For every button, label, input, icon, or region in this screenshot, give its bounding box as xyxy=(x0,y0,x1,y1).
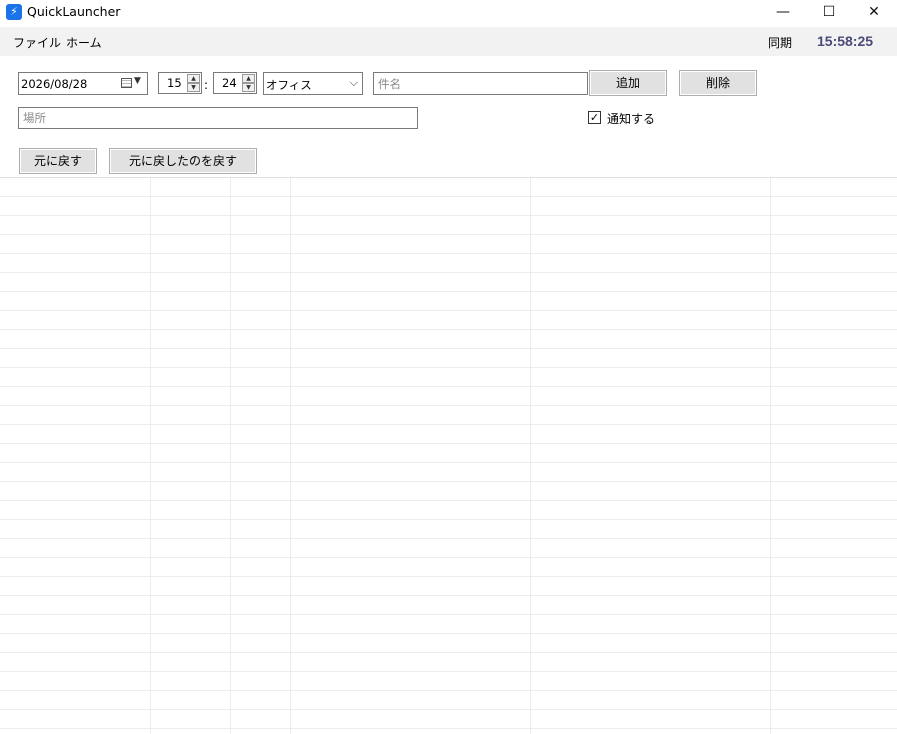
grid-column-divider xyxy=(290,178,291,734)
menu-home[interactable]: ホーム xyxy=(66,34,102,51)
hour-value: 15 xyxy=(167,76,182,90)
title-bar: ⚡ QuickLauncher — ☐ ✕ xyxy=(0,0,897,26)
grid-column-divider xyxy=(230,178,231,734)
hour-up-icon[interactable]: ▲ xyxy=(187,74,200,83)
undo-button[interactable]: 元に戻す xyxy=(19,148,97,174)
minute-value: 24 xyxy=(222,76,237,90)
date-value: 2026/08/28 xyxy=(21,77,88,91)
grid-column-divider xyxy=(150,178,151,734)
minute-up-icon[interactable]: ▲ xyxy=(242,74,255,83)
subject-input[interactable] xyxy=(373,72,588,95)
bolt-icon: ⚡ xyxy=(6,4,22,20)
date-picker[interactable]: 2026/08/28 ▼ xyxy=(18,72,148,95)
time-separator: : xyxy=(204,78,209,92)
clock: 15:58:25 xyxy=(817,33,874,49)
notify-checkbox[interactable]: ✓ xyxy=(588,111,601,124)
hour-down-icon[interactable]: ▼ xyxy=(187,83,200,92)
redo-button[interactable]: 元に戻したのを戻す xyxy=(109,148,257,174)
location-input[interactable] xyxy=(18,107,418,129)
window-title: QuickLauncher xyxy=(27,4,121,19)
event-grid[interactable] xyxy=(0,177,897,734)
close-button[interactable]: ✕ xyxy=(851,0,897,26)
grid-column-divider xyxy=(530,178,531,734)
calendar-icon[interactable] xyxy=(121,78,132,88)
delete-button[interactable]: 削除 xyxy=(679,70,757,96)
sync-button[interactable]: 同期 xyxy=(768,34,792,51)
chevron-down-icon[interactable]: ▼ xyxy=(134,76,141,86)
chevron-down-icon[interactable]: ⌵ xyxy=(350,76,358,90)
menu-file[interactable]: ファイル xyxy=(13,34,61,51)
category-select[interactable]: オフィス ⌵ xyxy=(263,72,363,95)
grid-column-divider xyxy=(770,178,771,734)
minute-down-icon[interactable]: ▼ xyxy=(242,83,255,92)
notify-label: 通知する xyxy=(607,112,656,126)
add-button[interactable]: 追加 xyxy=(589,70,667,96)
menu-bar: ファイル ホーム 同期 15:58:25 xyxy=(0,27,897,56)
minute-stepper[interactable]: 24 ▲ ▼ xyxy=(213,72,257,94)
category-value: オフィス xyxy=(266,78,312,92)
hour-stepper[interactable]: 15 ▲ ▼ xyxy=(158,72,202,94)
minimize-button[interactable]: — xyxy=(760,0,806,26)
maximize-button[interactable]: ☐ xyxy=(806,0,852,26)
